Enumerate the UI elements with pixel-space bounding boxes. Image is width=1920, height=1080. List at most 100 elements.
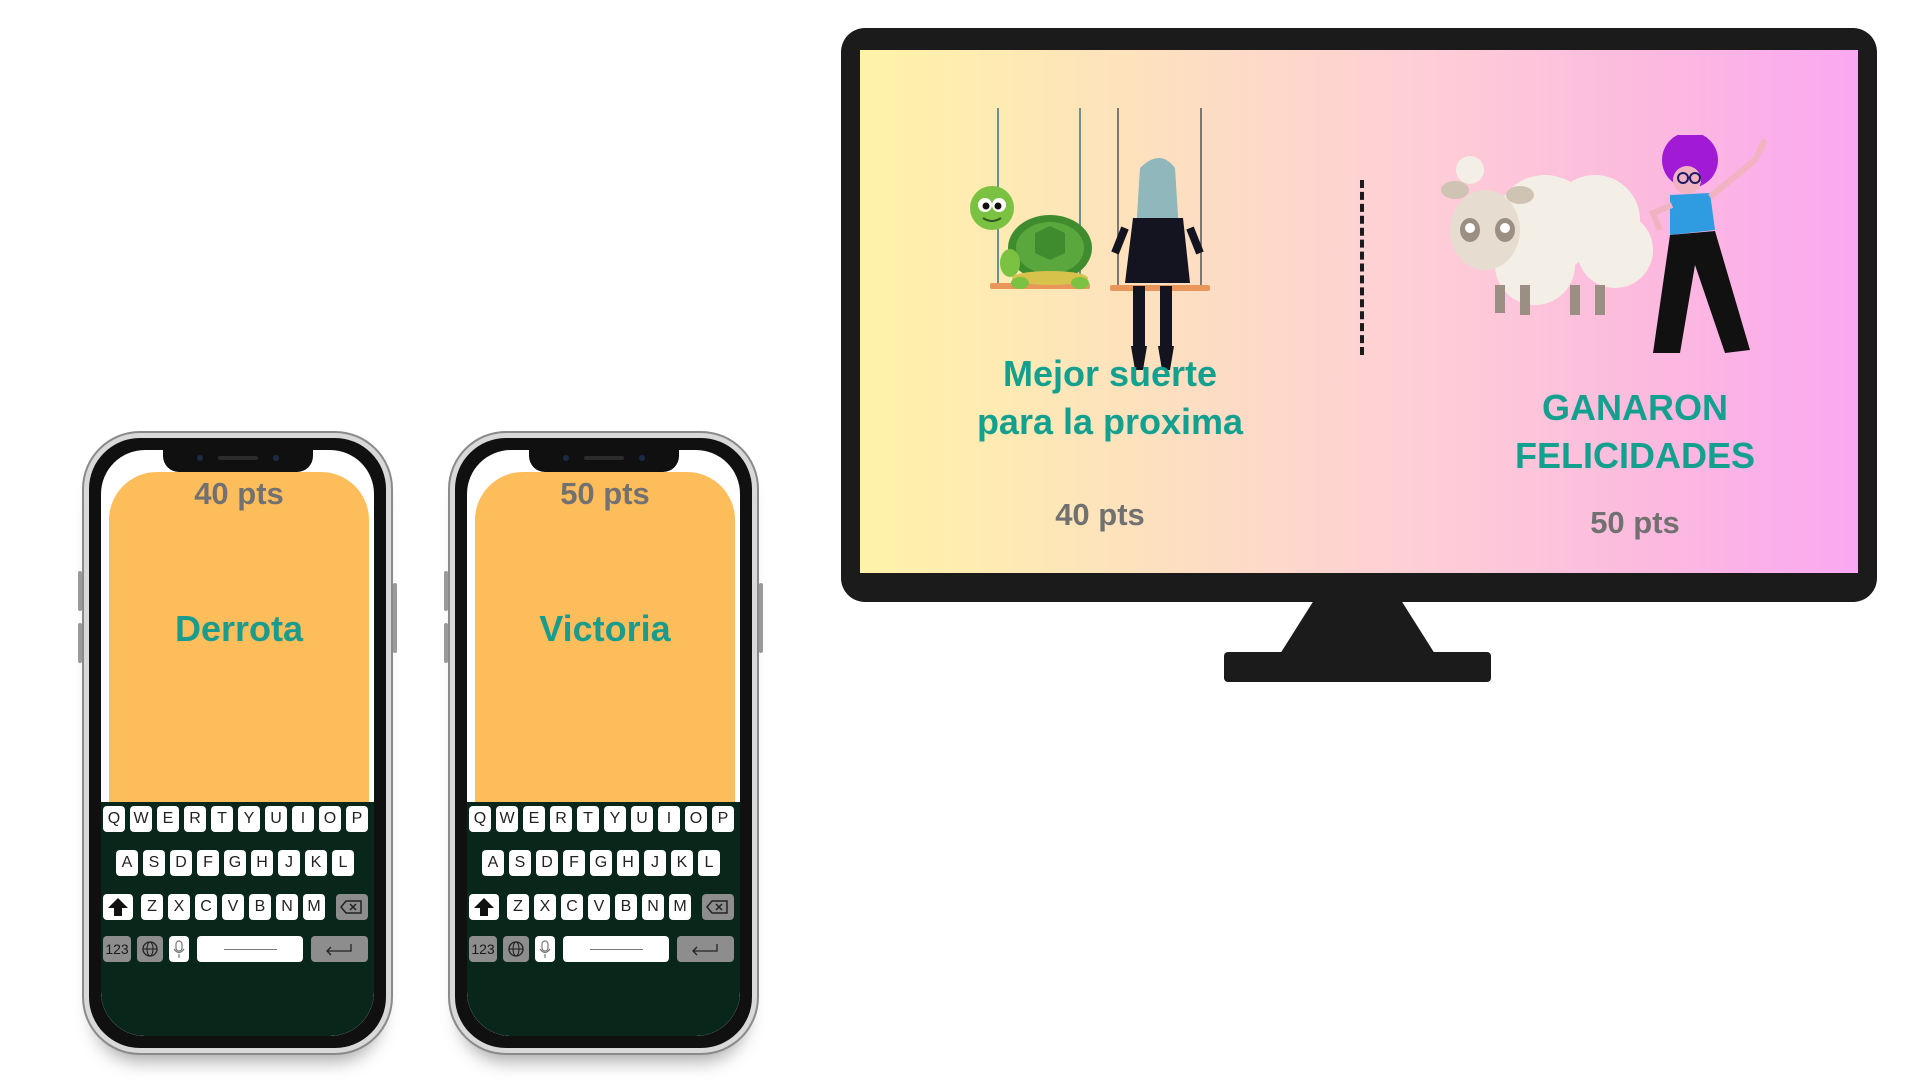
key-s[interactable]: S bbox=[143, 850, 165, 876]
keyboard-row-3: Z X C V B N M bbox=[101, 894, 374, 920]
key-p[interactable]: P bbox=[346, 806, 368, 832]
shift-arrow-icon[interactable] bbox=[103, 894, 133, 920]
key-r[interactable]: R bbox=[184, 806, 206, 832]
keyboard: Q W E R T Y U I O P A S D F G H J K L Z … bbox=[467, 802, 740, 1036]
globe-icon[interactable] bbox=[503, 936, 529, 962]
key-d[interactable]: D bbox=[536, 850, 558, 876]
key-b[interactable]: B bbox=[249, 894, 271, 920]
result-label: Victoria bbox=[539, 608, 671, 649]
space-bar[interactable] bbox=[197, 936, 303, 962]
tv-right-line1: GANARON bbox=[1542, 387, 1728, 428]
keyboard-row-1: Q W E R T Y U I O P bbox=[467, 806, 740, 832]
key-k[interactable]: K bbox=[671, 850, 693, 876]
camera-icon bbox=[196, 455, 203, 461]
key-w[interactable]: W bbox=[496, 806, 518, 832]
key-i[interactable]: I bbox=[658, 806, 680, 832]
key-o[interactable]: O bbox=[685, 806, 707, 832]
key-a[interactable]: A bbox=[482, 850, 504, 876]
phone-screen: 50 pts Victoria Q W E R T Y U I O P A S … bbox=[467, 450, 740, 1036]
key-t[interactable]: T bbox=[211, 806, 233, 832]
globe-icon[interactable] bbox=[137, 936, 163, 962]
key-m[interactable]: M bbox=[303, 894, 325, 920]
key-n[interactable]: N bbox=[276, 894, 298, 920]
tv-right-points: 50 pts bbox=[1590, 505, 1680, 540]
speaker-grille bbox=[217, 456, 258, 460]
points-label: 50 pts bbox=[560, 476, 650, 511]
key-i[interactable]: I bbox=[292, 806, 314, 832]
result-card: 50 pts Victoria bbox=[475, 472, 735, 802]
keyboard-row-4: 123 bbox=[467, 936, 740, 962]
key-g[interactable]: G bbox=[224, 850, 246, 876]
phone-notch bbox=[528, 450, 679, 472]
key-d[interactable]: D bbox=[170, 850, 192, 876]
key-o[interactable]: O bbox=[319, 806, 341, 832]
result-label: Derrota bbox=[174, 608, 304, 649]
key-e[interactable]: E bbox=[523, 806, 545, 832]
key-k[interactable]: K bbox=[305, 850, 327, 876]
key-z[interactable]: Z bbox=[507, 894, 529, 920]
key-s[interactable]: S bbox=[509, 850, 531, 876]
dashed-divider bbox=[1360, 180, 1364, 355]
volume-button bbox=[78, 623, 82, 663]
phone-defeat: 40 pts Derrota Q W E R T Y U I O P A S D… bbox=[78, 433, 397, 1053]
key-z[interactable]: Z bbox=[141, 894, 163, 920]
key-j[interactable]: J bbox=[644, 850, 666, 876]
key-q[interactable]: Q bbox=[469, 806, 491, 832]
phone-bezel: 50 pts Victoria Q W E R T Y U I O P A S … bbox=[455, 438, 752, 1048]
shift-arrow-icon[interactable] bbox=[469, 894, 499, 920]
key-r[interactable]: R bbox=[550, 806, 572, 832]
key-h[interactable]: H bbox=[617, 850, 639, 876]
key-e[interactable]: E bbox=[157, 806, 179, 832]
microphone-icon[interactable] bbox=[169, 936, 189, 962]
tv-left-line2: para la proxima bbox=[976, 401, 1244, 442]
key-v[interactable]: V bbox=[588, 894, 610, 920]
key-g[interactable]: G bbox=[590, 850, 612, 876]
tv-left-line1: Mejor suerte bbox=[1002, 353, 1218, 394]
space-bar[interactable] bbox=[563, 936, 669, 962]
return-arrow-icon[interactable] bbox=[311, 936, 368, 962]
microphone-icon[interactable] bbox=[535, 936, 555, 962]
turtle-and-girl-on-swings-illustration bbox=[970, 108, 1210, 370]
key-b[interactable]: B bbox=[615, 894, 637, 920]
power-button bbox=[759, 583, 763, 653]
sheep-and-dancing-person-illustration bbox=[1441, 135, 1768, 353]
backspace-icon[interactable] bbox=[702, 894, 734, 920]
key-q[interactable]: Q bbox=[103, 806, 125, 832]
key-u[interactable]: U bbox=[631, 806, 653, 832]
sensor-icon bbox=[638, 455, 645, 461]
return-arrow-icon[interactable] bbox=[677, 936, 734, 962]
key-j[interactable]: J bbox=[278, 850, 300, 876]
tv-stand-base bbox=[1224, 652, 1491, 682]
speaker-grille bbox=[583, 456, 624, 460]
numbers-key[interactable]: 123 bbox=[469, 936, 497, 962]
key-p[interactable]: P bbox=[712, 806, 734, 832]
key-f[interactable]: F bbox=[197, 850, 219, 876]
key-y[interactable]: Y bbox=[238, 806, 260, 832]
key-c[interactable]: C bbox=[195, 894, 217, 920]
volume-button bbox=[78, 571, 82, 611]
key-f[interactable]: F bbox=[563, 850, 585, 876]
keyboard-row-3: Z X C V B N M bbox=[467, 894, 740, 920]
volume-button bbox=[444, 571, 448, 611]
key-x[interactable]: X bbox=[534, 894, 556, 920]
key-h[interactable]: H bbox=[251, 850, 273, 876]
volume-button bbox=[444, 623, 448, 663]
key-n[interactable]: N bbox=[642, 894, 664, 920]
key-u[interactable]: U bbox=[265, 806, 287, 832]
key-y[interactable]: Y bbox=[604, 806, 626, 832]
key-w[interactable]: W bbox=[130, 806, 152, 832]
key-l[interactable]: L bbox=[332, 850, 354, 876]
camera-icon bbox=[562, 455, 569, 461]
phone-screen: 40 pts Derrota Q W E R T Y U I O P A S D… bbox=[101, 450, 374, 1036]
key-m[interactable]: M bbox=[669, 894, 691, 920]
key-a[interactable]: A bbox=[116, 850, 138, 876]
key-v[interactable]: V bbox=[222, 894, 244, 920]
tv-right-line2: FELICIDADES bbox=[1514, 435, 1755, 476]
key-c[interactable]: C bbox=[561, 894, 583, 920]
key-l[interactable]: L bbox=[698, 850, 720, 876]
keyboard-row-1: Q W E R T Y U I O P bbox=[101, 806, 374, 832]
key-t[interactable]: T bbox=[577, 806, 599, 832]
key-x[interactable]: X bbox=[168, 894, 190, 920]
backspace-icon[interactable] bbox=[336, 894, 368, 920]
numbers-key[interactable]: 123 bbox=[103, 936, 131, 962]
